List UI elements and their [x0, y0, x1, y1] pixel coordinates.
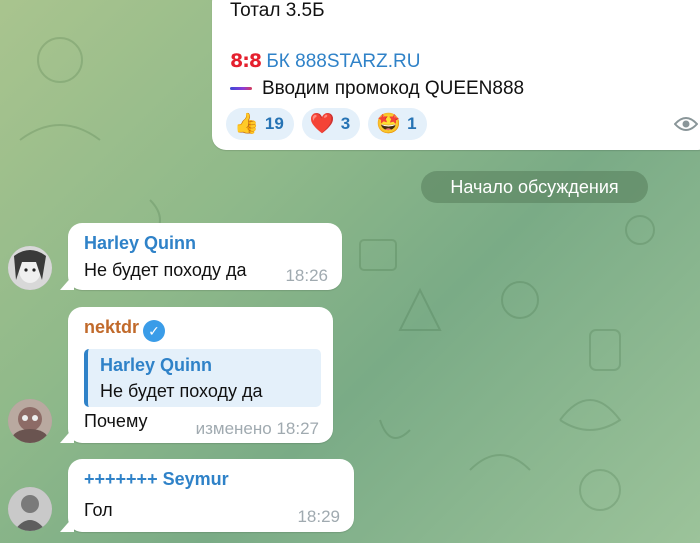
bubble-tail: [60, 274, 74, 290]
eye-icon: [673, 116, 699, 137]
bubble-tail: [60, 516, 74, 532]
reactions-bar: 👍 19 ❤️ 3 🤩 1: [226, 108, 427, 140]
avatar[interactable]: [8, 399, 52, 443]
reply-text: Не будет походу да: [100, 381, 263, 401]
avatar[interactable]: [8, 246, 52, 290]
reply-sender-name: Harley Quinn: [100, 355, 213, 375]
bookmaker-link[interactable]: БК 888STARZ.RU: [266, 51, 420, 72]
sender-name[interactable]: +++++++ Seymur: [84, 469, 229, 490]
channel-post-bubble: Тотал 3.5Б 8:8 БК 888STARZ.RU Вводим про…: [212, 0, 700, 150]
message-time: 18:26: [285, 266, 328, 285]
bookmaker-logo-icon: 8:8: [230, 50, 262, 72]
discussion-start-label: Начало обсуждения: [421, 171, 648, 203]
reaction-star-struck[interactable]: 🤩 1: [368, 108, 427, 140]
message-text: Не будет походу да: [84, 260, 247, 280]
post-line-total: Тотал 3.5Б: [230, 0, 325, 21]
reaction-heart[interactable]: ❤️ 3: [301, 108, 361, 140]
sender-name-text: nektdr: [84, 317, 140, 337]
post-line-promo: Вводим промокод QUEEN888: [230, 78, 524, 100]
avatar[interactable]: [8, 487, 52, 531]
gradient-dash-icon: [230, 87, 252, 91]
thumbs-up-icon: 👍: [234, 113, 259, 135]
reply-quote[interactable]: Harley Quinn Не будет походу да: [84, 349, 321, 407]
star-struck-icon: 🤩: [376, 113, 402, 135]
promo-text: Вводим промокод QUEEN888: [262, 78, 525, 99]
verified-badge-icon: ✓: [143, 320, 166, 342]
message-time: 18:29: [297, 507, 340, 526]
message-bubble: nektdr ✓ Harley Quinn Не будет походу да …: [60, 307, 333, 443]
reaction-count: 19: [264, 114, 284, 133]
message-bubble: +++++++ Seymur Гол 18:29: [60, 459, 354, 532]
sender-name[interactable]: Harley Quinn: [84, 233, 196, 254]
reaction-count: 3: [340, 114, 351, 133]
bubble-tail: [60, 427, 74, 443]
sender-name[interactable]: nektdr ✓: [84, 317, 166, 342]
reaction-count: 1: [407, 114, 417, 133]
message-text: Гол: [84, 500, 113, 520]
message-time: изменено 18:27: [195, 419, 319, 438]
message-text: Почему: [84, 411, 148, 431]
message-bubble: Harley Quinn Не будет походу да 18:26: [60, 223, 342, 290]
reaction-thumbs-up[interactable]: 👍 19: [226, 108, 294, 140]
heart-icon: ❤️: [309, 113, 335, 135]
post-line-bookmaker: 8:8 БК 888STARZ.RU: [230, 50, 420, 73]
